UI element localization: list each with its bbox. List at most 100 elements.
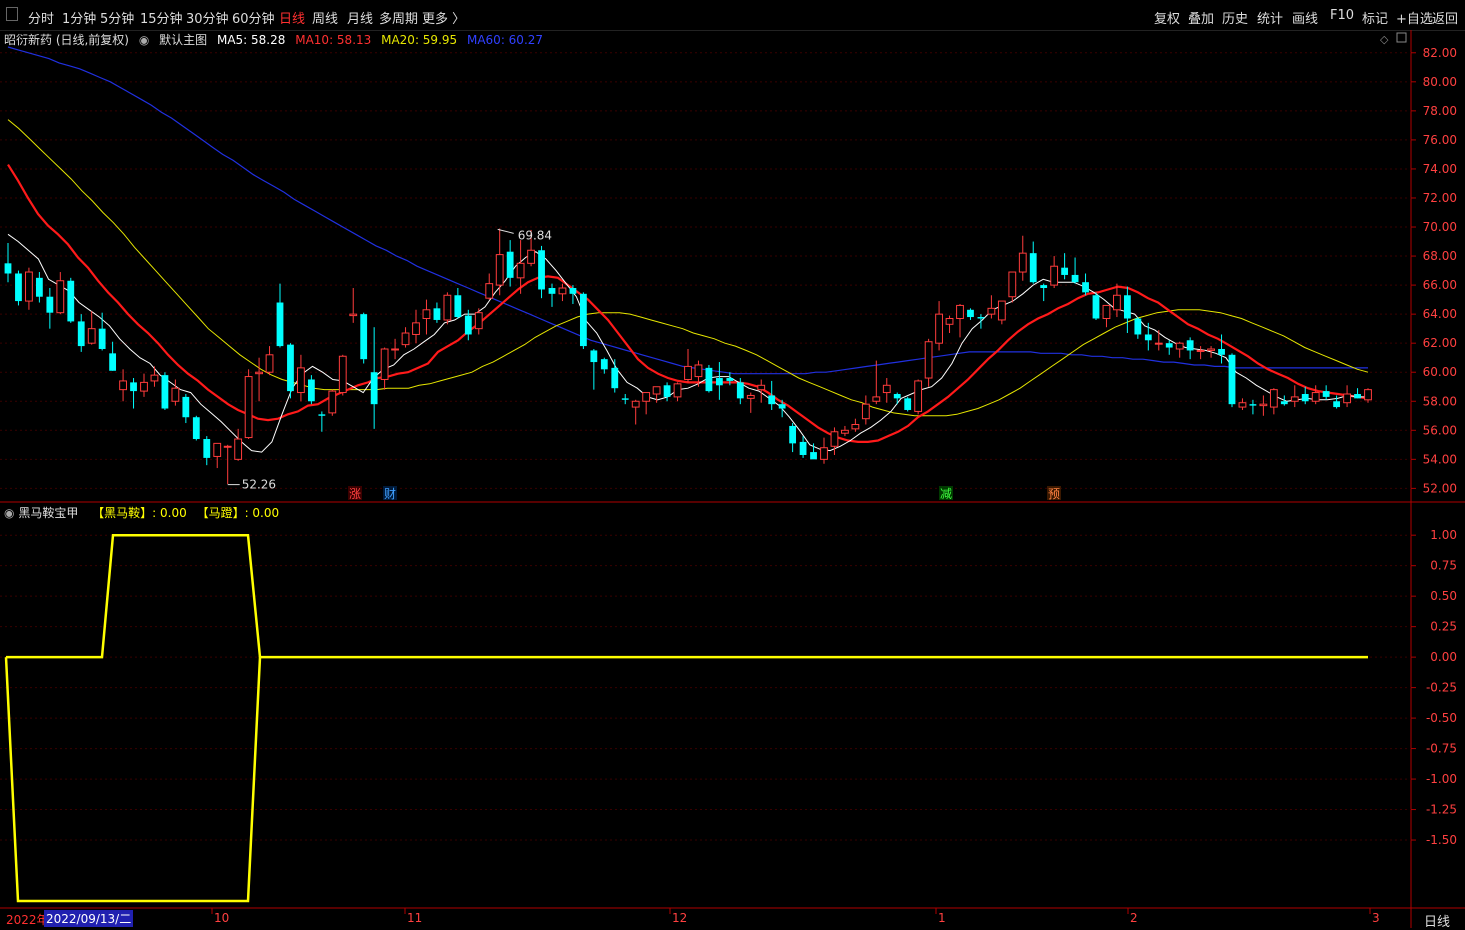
candle-body <box>35 277 43 297</box>
period-tab-10[interactable]: 更多 〉 <box>422 8 465 27</box>
stock-name[interactable]: 昭衍新药 (日线,前复权) <box>4 33 129 47</box>
panel-toggle-icon[interactable] <box>6 7 18 21</box>
ind-y-tick-label: -0.75 <box>1426 742 1457 756</box>
candle-body <box>244 376 253 439</box>
candle-body <box>600 359 608 370</box>
event-marker-bg <box>939 486 953 500</box>
candle-body <box>1040 285 1048 289</box>
toolbar-button-2[interactable]: 历史 <box>1222 8 1248 27</box>
candle-body <box>203 439 211 458</box>
candle-body <box>1343 393 1351 404</box>
candle-body <box>558 287 567 295</box>
candle-body <box>318 414 326 416</box>
period-tab-4[interactable]: 30分钟 <box>186 8 229 27</box>
candle-body <box>914 380 923 412</box>
candle-body <box>652 386 661 395</box>
period-label[interactable]: 日线 <box>1424 911 1450 930</box>
toolbar-button-6[interactable]: 标记 <box>1362 8 1388 27</box>
indicator-dropdown-icon[interactable]: ◉ <box>4 506 14 520</box>
series-mading-line <box>6 533 262 659</box>
y-tick-label: 76.00 <box>1423 133 1457 147</box>
year-label: 2022年 <box>6 913 49 927</box>
ma5-label: MA5: 58.28 <box>216 33 286 47</box>
candle-body <box>265 354 274 373</box>
period-tab-0[interactable]: 分时 <box>28 8 54 27</box>
ma20-label: MA20: 59.95 <box>381 33 458 47</box>
candle-body <box>307 379 315 402</box>
candle-body <box>1333 401 1341 408</box>
kline-chart[interactable]: 82.00 80.00 78.00 76.00 74.00 72.00 70.00 68.00… <box>0 0 1465 928</box>
candle-body <box>213 442 222 457</box>
ind-y-tick-label: 0.50 <box>1430 589 1457 603</box>
high-label: 69.84 <box>518 228 552 242</box>
period-tab-9[interactable]: 多周期 <box>379 8 418 27</box>
period-tab-7[interactable]: 周线 <box>312 8 338 27</box>
candle-body <box>746 394 755 399</box>
candle-body <box>192 417 200 440</box>
series-heimaan-line <box>4 655 1368 903</box>
candle-body <box>642 392 651 402</box>
indicator-name[interactable]: 黑马鞍宝甲 <box>18 506 78 520</box>
event-marker-bg <box>348 486 362 500</box>
candle-body <box>109 353 117 371</box>
y-tick-label: 80.00 <box>1423 75 1457 89</box>
toolbar-button-4[interactable]: 画线 <box>1292 8 1318 27</box>
main-info-line: 昭衍新药 (日线,前复权) ◉ 默认主图 MA5: 58.28 MA10: 58… <box>4 31 549 48</box>
candle-body <box>433 308 441 320</box>
candle-body <box>454 295 462 318</box>
candle-body <box>1113 294 1121 311</box>
toolbar-button-7[interactable]: +自选 <box>1396 8 1433 27</box>
ma20-line <box>7 119 1369 417</box>
candle-body <box>412 322 420 335</box>
template-name[interactable]: 默认主图 <box>159 33 207 47</box>
candle-body <box>1269 389 1278 408</box>
candle-body <box>893 394 901 399</box>
candle-body <box>1238 402 1247 408</box>
period-tab-1[interactable]: 1分钟 <box>62 8 96 27</box>
candle-body <box>1186 340 1194 351</box>
candle-body <box>474 312 483 330</box>
toolbar-button-8[interactable]: 返回 <box>1432 8 1458 27</box>
period-tab-8[interactable]: 月线 <box>347 8 373 27</box>
candle-body <box>67 280 75 322</box>
ind-y-tick-label: -1.00 <box>1426 772 1457 786</box>
candle-body <box>590 350 598 363</box>
candle-body <box>1301 394 1309 402</box>
candle-body <box>1249 404 1257 406</box>
candle-body <box>830 431 839 447</box>
template-dropdown-icon[interactable]: ◉ <box>139 33 149 47</box>
candle-body <box>338 355 347 394</box>
candle-body <box>715 378 723 386</box>
period-tab-3[interactable]: 15分钟 <box>140 8 183 27</box>
period-tab-5[interactable]: 60分钟 <box>232 8 275 27</box>
candle-body <box>904 398 912 410</box>
indicator-info-line: ◉ 黑马鞍宝甲 【黑马鞍】: 0.00 【马蹬】: 0.00 <box>4 504 279 521</box>
period-tab-6[interactable]: 日线 <box>279 8 305 27</box>
top-toolbar: 分时 1分钟 5分钟 15分钟 30分钟 60分钟 日线 周线 月线 多周期 更多 〉 复权 叠加 历史… <box>0 0 1465 31</box>
candle-body <box>234 438 243 460</box>
cursor-date: 2022/09/13/二 <box>44 910 134 927</box>
candle-body <box>56 280 65 314</box>
candle-body <box>443 294 452 321</box>
ind-y-tick-label: -0.50 <box>1426 711 1457 725</box>
candle-body <box>98 328 106 349</box>
candle-body <box>851 423 860 430</box>
candle-body <box>935 313 943 344</box>
candle-body <box>1061 267 1069 275</box>
candle-body <box>4 263 12 274</box>
ma60-line <box>7 46 1368 375</box>
candle-body <box>161 375 169 409</box>
toolbar-button-0[interactable]: 复权 <box>1154 8 1180 27</box>
y-tick-label: 68.00 <box>1423 249 1457 263</box>
month-label-3: 1 <box>938 911 946 925</box>
candle-body <box>810 452 817 460</box>
toolbar-button-5[interactable]: F10 <box>1330 8 1354 23</box>
candle-body <box>516 262 525 279</box>
candle-body <box>841 429 849 434</box>
candle-body <box>15 273 22 302</box>
toolbar-button-1[interactable]: 叠加 <box>1188 8 1214 27</box>
candle-body <box>621 398 629 400</box>
period-tab-2[interactable]: 5分钟 <box>100 8 134 27</box>
indicator-v2-label: 【马蹬】: 0.00 <box>196 506 280 520</box>
toolbar-button-3[interactable]: 统计 <box>1257 8 1283 27</box>
